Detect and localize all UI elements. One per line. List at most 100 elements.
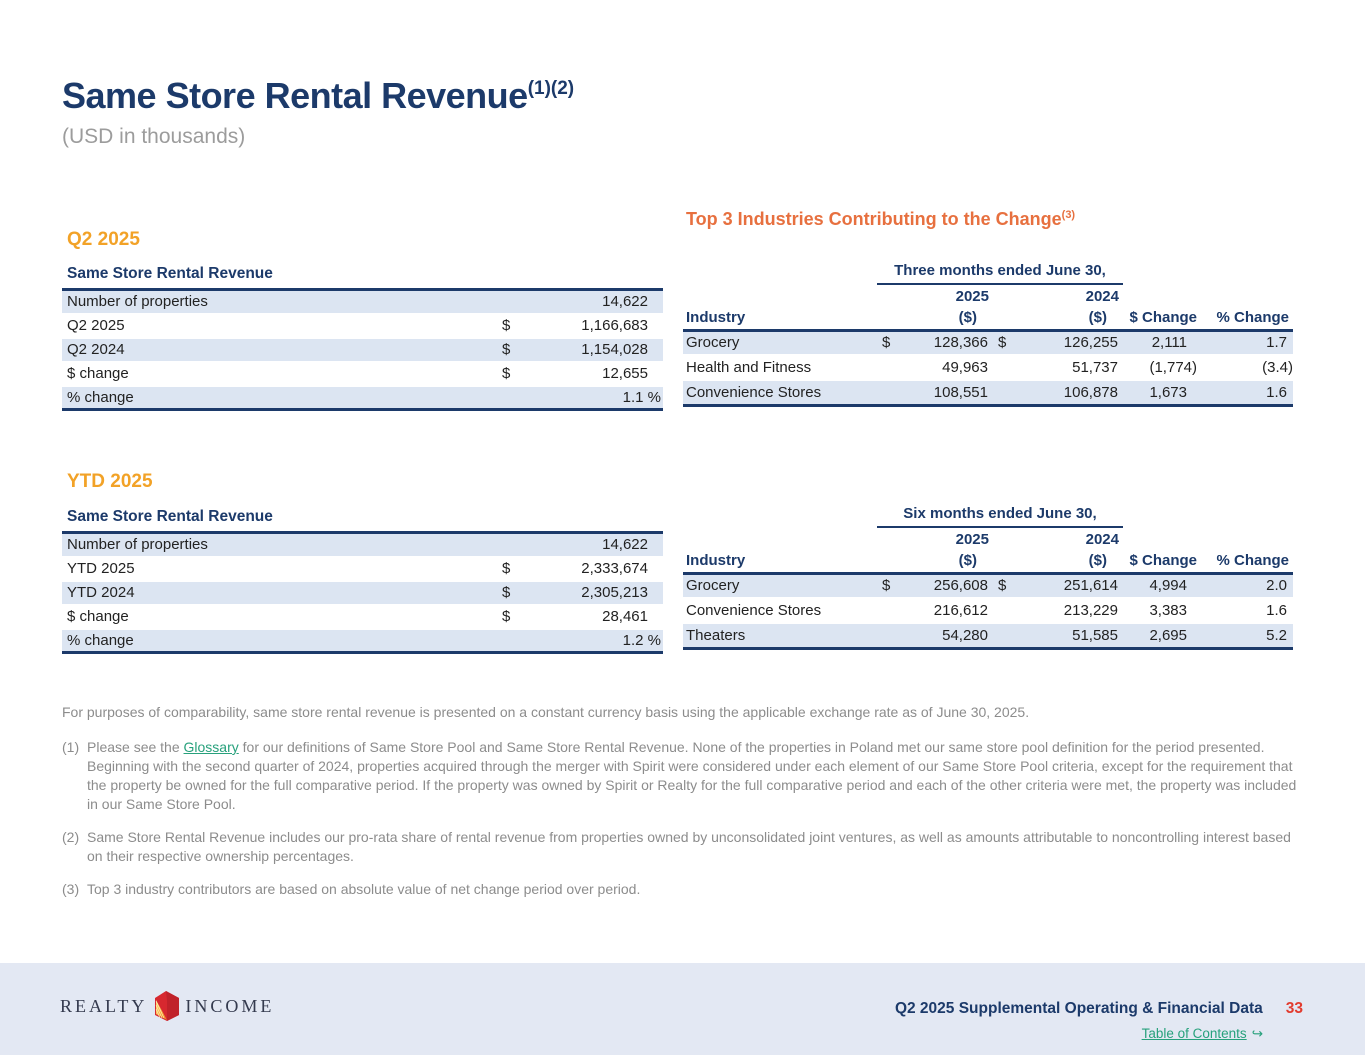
industry-name: Theaters: [683, 623, 877, 648]
industry-name: Grocery: [683, 573, 877, 598]
footnote-intro: For purposes of comparability, same stor…: [62, 703, 1299, 722]
table-header: Same Store Rental Revenue: [62, 262, 663, 290]
table-row: Grocery$128,366$126,2552,1111.7: [683, 330, 1293, 355]
row-value: 14,622: [516, 290, 663, 314]
industries-heading-text: Top 3 Industries Contributing to the Cha…: [686, 209, 1062, 229]
pct-change-value: 2.0: [1201, 573, 1293, 598]
footnote-text-pre: Please see the: [87, 739, 184, 755]
page-title-text: Same Store Rental Revenue: [62, 75, 528, 116]
year-2024-header: 2024: [1017, 527, 1123, 550]
industry-column-header: Industry: [683, 307, 877, 330]
ytd-industries-table: Six months ended June 30, 20252024 Indus…: [683, 505, 1293, 650]
footer-right: Q2 2025 Supplemental Operating & Financi…: [895, 1000, 1303, 1043]
table-row: Health and Fitness49,96351,737(1,774)(3.…: [683, 355, 1293, 380]
period-header-row: Six months ended June 30,: [683, 505, 1293, 527]
dollars-column-header: ($): [1017, 550, 1123, 573]
table-row: $ change$28,461: [62, 605, 663, 629]
page-subtitle: (USD in thousands): [62, 125, 574, 149]
row-value: 2,305,213: [516, 581, 663, 605]
footnote-text: Please see the Glossary for our definiti…: [87, 738, 1299, 814]
footnote-marker: (2): [62, 828, 87, 866]
footnote-text-post: for our definitions of Same Store Pool a…: [87, 739, 1296, 812]
row-value: 2,333,674: [516, 557, 663, 581]
footer-band: REALTY INCOME Q2 2025 Supplemental Opera: [0, 963, 1365, 1055]
currency-symbol: $: [496, 362, 516, 386]
dollar-change-value: 2,695: [1123, 623, 1201, 648]
value-2025: 128,366: [897, 330, 993, 355]
dollar-change-value: 4,994: [1123, 573, 1201, 598]
page-number: 33: [1286, 1000, 1303, 1017]
currency-symbol: [993, 355, 1017, 380]
currency-symbol: $: [496, 338, 516, 362]
pct-change-column-header: % Change: [1201, 307, 1293, 330]
period-header-row: Three months ended June 30,: [683, 262, 1293, 284]
years-header-row: 20252024: [683, 527, 1293, 550]
currency-symbol: $: [496, 605, 516, 629]
table-row: Convenience Stores216,612213,2293,3831.6: [683, 598, 1293, 623]
pct-change-value: 1.7: [1201, 330, 1293, 355]
page-title: Same Store Rental Revenue(1)(2): [62, 76, 574, 116]
toc-arrow-icon[interactable]: ↪: [1252, 1026, 1263, 1042]
table-of-contents-link[interactable]: Table of Contents: [1142, 1026, 1247, 1041]
currency-symbol: $: [496, 581, 516, 605]
footnote-marker: (1): [62, 738, 87, 814]
dollars-column-header: ($): [1017, 307, 1123, 330]
table-row: % change1.1 %: [62, 386, 663, 410]
section-heading-ytd-2025: YTD 2025: [67, 471, 153, 493]
row-label: $ change: [62, 605, 496, 629]
currency-symbol: [877, 623, 897, 648]
dollar-change-value: 2,111: [1123, 330, 1201, 355]
currency-symbol: [496, 629, 516, 653]
q2-industries-table: Three months ended June 30, 20252024 Ind…: [683, 262, 1293, 407]
industry-name: Convenience Stores: [683, 380, 877, 405]
currency-symbol: $: [993, 330, 1017, 355]
currency-symbol: [993, 380, 1017, 405]
footer-doc-title: Q2 2025 Supplemental Operating & Financi…: [895, 1000, 1263, 1017]
table-header-row: Same Store Rental Revenue: [62, 505, 663, 533]
value-2024: 213,229: [1017, 598, 1123, 623]
footnote-1: (1) Please see the Glossary for our defi…: [62, 738, 1299, 814]
dollar-change-value: 3,383: [1123, 598, 1201, 623]
footnote-2: (2) Same Store Rental Revenue includes o…: [62, 828, 1299, 866]
dollars-column-header: ($): [897, 307, 993, 330]
q2-same-store-table: Same Store Rental Revenue Number of prop…: [62, 262, 663, 411]
year-2025-header: 2025: [897, 284, 993, 307]
currency-symbol: [496, 386, 516, 410]
pct-change-column-header: % Change: [1201, 550, 1293, 573]
row-value: 1,154,028: [516, 338, 663, 362]
dollar-change-column-header: $ Change: [1123, 550, 1201, 573]
table-header: Same Store Rental Revenue: [62, 505, 663, 533]
industry-name: Health and Fitness: [683, 355, 877, 380]
value-2025: 108,551: [897, 380, 993, 405]
industry-column-header: Industry: [683, 550, 877, 573]
table-row: Grocery$256,608$251,6144,9942.0: [683, 573, 1293, 598]
dollar-change-column-header: $ Change: [1123, 307, 1201, 330]
row-label: Q2 2025: [62, 314, 496, 338]
table-row: Number of properties14,622: [62, 533, 663, 557]
table-row: YTD 2025$2,333,674: [62, 557, 663, 581]
dollar-change-value: 1,673: [1123, 380, 1201, 405]
currency-symbol: [496, 290, 516, 314]
footnote-3: (3) Top 3 industry contributors are base…: [62, 880, 1299, 899]
period-header: Three months ended June 30,: [877, 262, 1123, 284]
glossary-link[interactable]: Glossary: [184, 739, 239, 755]
row-label: YTD 2025: [62, 557, 496, 581]
row-value: 1,166,683: [516, 314, 663, 338]
years-header-row: 20252024: [683, 284, 1293, 307]
table-row: YTD 2024$2,305,213: [62, 581, 663, 605]
footnote-marker: (3): [62, 880, 87, 899]
currency-symbol: [993, 598, 1017, 623]
row-value: 14,622: [516, 533, 663, 557]
currency-symbol: $: [496, 314, 516, 338]
currency-symbol: $: [877, 330, 897, 355]
currency-symbol: $: [993, 573, 1017, 598]
currency-symbol: [993, 623, 1017, 648]
row-label: $ change: [62, 362, 496, 386]
pct-change-value: 1.6: [1201, 380, 1293, 405]
logo-realty-text: REALTY: [60, 996, 147, 1017]
pct-change-value: (3.4): [1201, 355, 1293, 380]
pct-change-value: 5.2: [1201, 623, 1293, 648]
row-value: 1.2 %: [516, 629, 663, 653]
ytd-same-store-table: Same Store Rental Revenue Number of prop…: [62, 505, 663, 654]
pct-change-value: 1.6: [1201, 598, 1293, 623]
